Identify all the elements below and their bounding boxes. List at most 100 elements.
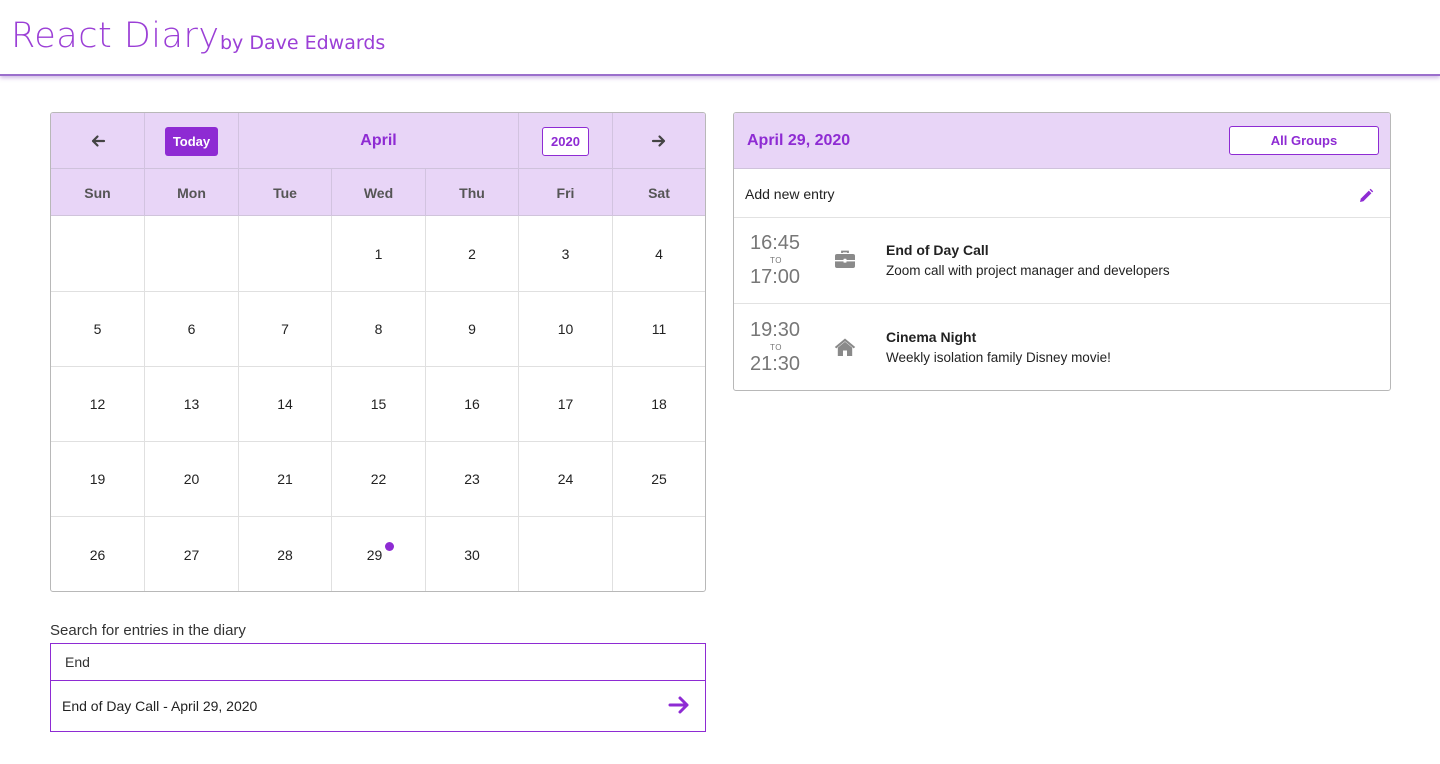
year-button[interactable]: 2020	[542, 126, 589, 156]
day-number: 22	[370, 471, 387, 487]
search-result-item[interactable]: End of Day Call - April 29, 2020	[50, 680, 706, 732]
arrow-right-icon[interactable]	[667, 693, 691, 717]
day-number: 5	[93, 321, 102, 337]
day-number: 18	[651, 396, 667, 412]
weekday-label: Sun	[51, 169, 145, 216]
all-groups-button[interactable]: All Groups	[1229, 126, 1379, 155]
calendar-day[interactable]: 17	[519, 367, 613, 442]
calendar-day[interactable]: 30	[426, 517, 519, 591]
entry-title: Cinema Night	[886, 329, 977, 345]
selected-date: April 29, 2020	[747, 132, 851, 149]
calendar-day[interactable]: 16	[426, 367, 519, 442]
search-input[interactable]	[50, 643, 706, 681]
calendar-day[interactable]: 23	[426, 442, 519, 517]
arrow-left-icon	[91, 135, 105, 147]
day-number: 14	[277, 396, 293, 412]
calendar-day[interactable]: 26	[51, 517, 145, 591]
calendar-day[interactable]: 9	[426, 292, 519, 367]
add-entry-row[interactable]: Add new entry	[734, 169, 1390, 218]
day-number: 28	[277, 546, 293, 563]
day-number: 1	[374, 245, 383, 262]
day-number: 21	[277, 471, 293, 487]
entry-description: Weekly isolation family Disney movie!	[886, 350, 1111, 365]
year-cell: 2020	[519, 113, 613, 169]
calendar-day[interactable]: 21	[239, 442, 332, 517]
weekday-header: Sun Mon Tue Wed Thu Fri Sat	[51, 169, 705, 216]
briefcase-icon	[835, 250, 855, 268]
calendar-day[interactable]: 8	[332, 292, 426, 367]
calendar: Today April 2020 Sun Mon Tue Wed Thu Fri Sat 1…	[50, 112, 706, 592]
add-entry-label: Add new entry	[745, 186, 835, 202]
weekday-label: Wed	[332, 169, 426, 216]
app-header: React Diary by Dave Edwards	[0, 0, 1440, 76]
calendar-day[interactable]: 22	[332, 442, 426, 517]
month-cell: April	[239, 113, 519, 169]
day-number: 9	[468, 321, 476, 337]
calendar-day[interactable]: 29	[332, 517, 426, 591]
entry-start-time: 16:45	[750, 232, 801, 254]
day-number: 30	[464, 546, 480, 563]
calendar-day[interactable]: 14	[239, 367, 332, 442]
entry-description: Zoom call with project manager and devel…	[886, 263, 1170, 278]
calendar-day[interactable]: 11	[613, 292, 705, 367]
calendar-grid: 1 2 3 4 5 6 7 8 9 10 11 12 13 14 15 16 17 18 19 20 21 22 23 24 2…	[51, 216, 705, 591]
calendar-day[interactable]: 3	[519, 216, 613, 292]
day-number: 15	[370, 396, 387, 412]
day-number: 8	[374, 321, 383, 337]
calendar-day[interactable]: 24	[519, 442, 613, 517]
day-number: 3	[561, 245, 570, 262]
calendar-day[interactable]: 7	[239, 292, 332, 367]
day-panel-header: April 29, 2020 All Groups	[734, 113, 1390, 169]
weekday-label: Mon	[145, 169, 239, 216]
calendar-empty-cell	[613, 517, 705, 591]
entry-start-time: 19:30	[750, 319, 801, 341]
today-button[interactable]: Today	[164, 126, 219, 156]
calendar-day[interactable]: 28	[239, 517, 332, 591]
calendar-day[interactable]: 10	[519, 292, 613, 367]
entry-end-time: 21:30	[750, 353, 801, 375]
calendar-day[interactable]: 6	[145, 292, 239, 367]
day-number: 26	[89, 546, 106, 563]
weekday-label: Sat	[648, 184, 670, 201]
calendar-empty-cell	[239, 216, 332, 292]
day-number: 17	[557, 396, 574, 412]
calendar-nav: Today April 2020	[51, 113, 705, 169]
calendar-day[interactable]: 15	[332, 367, 426, 442]
month-label: April	[360, 132, 397, 149]
entry-to-label: TO	[770, 256, 782, 265]
app-title[interactable]: React Diary	[11, 16, 220, 56]
calendar-day[interactable]: 1	[332, 216, 426, 292]
day-number: 25	[651, 471, 667, 487]
prev-month-button[interactable]	[51, 113, 145, 169]
calendar-day[interactable]: 4	[613, 216, 705, 292]
calendar-empty-cell	[51, 216, 145, 292]
calendar-day[interactable]: 18	[613, 367, 705, 442]
day-number: 29	[366, 546, 383, 563]
day-number: 23	[464, 471, 480, 487]
home-icon	[834, 338, 856, 356]
calendar-day[interactable]: 25	[613, 442, 705, 517]
pencil-icon[interactable]	[1358, 188, 1374, 204]
calendar-day[interactable]: 5	[51, 292, 145, 367]
day-number: 13	[183, 396, 200, 412]
day-number: 27	[183, 546, 200, 563]
search-label: Search for entries in the diary	[50, 622, 246, 639]
day-number: 19	[89, 471, 106, 487]
next-month-button[interactable]	[613, 113, 705, 169]
day-number: 7	[281, 321, 289, 337]
day-number: 11	[651, 321, 667, 337]
diary-entry[interactable]: 19:30 TO 21:30 Cinema Night Weekly isola…	[734, 305, 1390, 390]
calendar-day[interactable]: 2	[426, 216, 519, 292]
calendar-day[interactable]: 13	[145, 367, 239, 442]
calendar-day[interactable]: 12	[51, 367, 145, 442]
calendar-empty-cell	[519, 517, 613, 591]
day-number: 24	[557, 471, 574, 487]
calendar-day[interactable]: 27	[145, 517, 239, 591]
diary-entry[interactable]: 16:45 TO 17:00 End of Day Call Zoom call…	[734, 218, 1390, 304]
day-number: 20	[183, 471, 200, 487]
calendar-day[interactable]: 20	[145, 442, 239, 517]
entry-indicator-dot	[385, 542, 394, 551]
calendar-day[interactable]: 19	[51, 442, 145, 517]
entry-to-label: TO	[770, 343, 782, 352]
day-number: 12	[89, 396, 106, 412]
